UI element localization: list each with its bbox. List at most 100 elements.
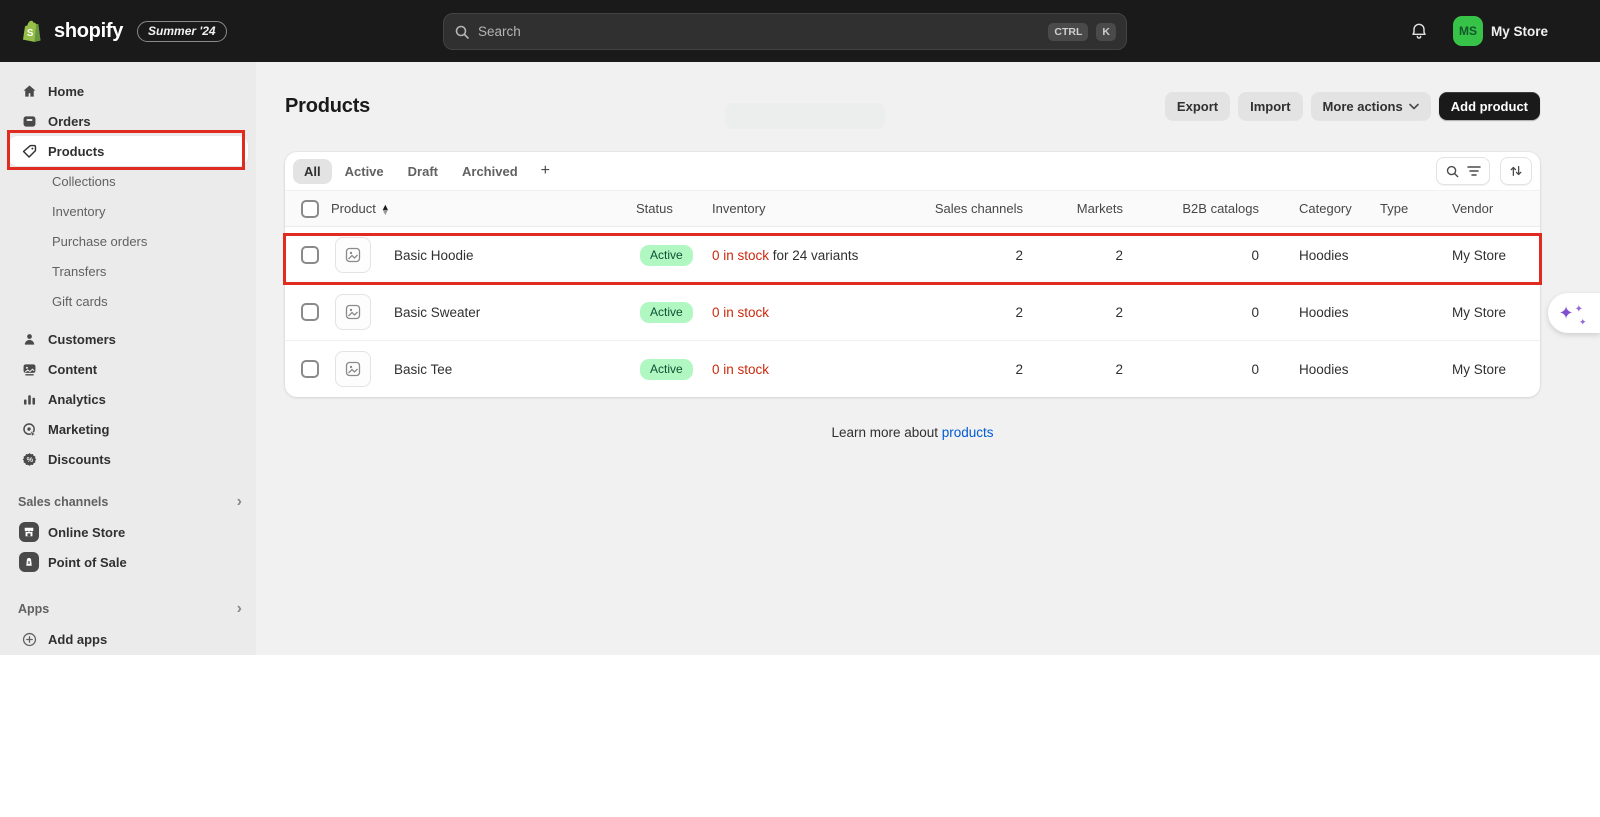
sidebar-item-collections[interactable]: Collections bbox=[8, 166, 248, 196]
vendor-value: My Store bbox=[1445, 283, 1540, 341]
tab-all[interactable]: All bbox=[293, 158, 332, 184]
table-row[interactable]: Basic Sweater Active 0 in stock 2 2 0 Ho… bbox=[285, 283, 1540, 341]
learn-more: Learn more about products bbox=[285, 425, 1540, 440]
search-input[interactable]: Search CTRL K bbox=[443, 13, 1127, 50]
sidebar-item-discounts[interactable]: % Discounts bbox=[8, 444, 248, 474]
kbd-k: K bbox=[1096, 22, 1116, 41]
column-b2b-catalogs: B2B catalogs bbox=[1125, 190, 1261, 227]
section-label: Sales channels bbox=[18, 495, 109, 509]
svg-text:S: S bbox=[27, 28, 34, 39]
products-card: All Active Draft Archived + Product ▲ ▼ … bbox=[285, 152, 1540, 397]
sidebar-item-home[interactable]: Home bbox=[8, 76, 248, 106]
markets-count: 2 bbox=[1115, 361, 1123, 377]
sidebar-item-transfers[interactable]: Transfers bbox=[8, 256, 248, 286]
sort-indicator-icon: ▲ ▼ bbox=[380, 201, 390, 217]
topbar-right: MS My Store bbox=[1403, 0, 1548, 62]
sidebar-item-point-of-sale[interactable]: s Point of Sale bbox=[8, 547, 248, 577]
circle-plus-icon bbox=[20, 630, 38, 648]
row-checkbox[interactable] bbox=[301, 360, 319, 378]
sidebar-item-products[interactable]: Products bbox=[8, 136, 248, 166]
product-name[interactable]: Basic Sweater bbox=[394, 305, 480, 320]
sidebar-item-inventory[interactable]: Inventory bbox=[8, 196, 248, 226]
type-value bbox=[1375, 226, 1445, 284]
sidebar-item-label: Customers bbox=[48, 331, 116, 347]
table-row[interactable]: Basic Tee Active 0 in stock 2 2 0 Hoodie… bbox=[285, 341, 1540, 398]
sidebar-item-label: Add apps bbox=[48, 631, 108, 647]
sidebar-item-analytics[interactable]: Analytics bbox=[8, 384, 248, 414]
sidebar-item-gift-cards[interactable]: Gift cards bbox=[8, 286, 248, 316]
vendor-value: My Store bbox=[1452, 361, 1507, 377]
b2b-count: 0 bbox=[1125, 226, 1261, 284]
sidebar-item-marketing[interactable]: Marketing bbox=[8, 414, 248, 444]
row-checkbox[interactable] bbox=[301, 303, 319, 321]
export-button[interactable]: Export bbox=[1164, 92, 1231, 120]
sidebar-item-label: Point of Sale bbox=[48, 554, 127, 570]
page-header: Products Export Import More actions Add … bbox=[285, 90, 1540, 122]
orders-icon bbox=[20, 112, 38, 130]
column-status: Status bbox=[636, 190, 712, 227]
tab-archived[interactable]: Archived bbox=[451, 159, 529, 184]
add-product-button[interactable]: Add product bbox=[1438, 92, 1540, 120]
import-button[interactable]: Import bbox=[1238, 92, 1303, 120]
add-view-button[interactable]: + bbox=[531, 160, 560, 182]
product-name[interactable]: Basic Tee bbox=[394, 362, 452, 377]
sidebar-item-label: Analytics bbox=[48, 391, 106, 407]
topbar: S shopify Summer '24 Search CTRL K MS My… bbox=[0, 0, 1600, 62]
more-actions-button[interactable]: More actions bbox=[1310, 92, 1431, 120]
stock-value: 0 in stock bbox=[712, 247, 770, 263]
tab-active[interactable]: Active bbox=[334, 159, 395, 184]
sidekick-button[interactable]: ✦✦✦ bbox=[1548, 293, 1600, 333]
store-menu-button[interactable]: MS My Store bbox=[1452, 16, 1548, 46]
status-badge: Active bbox=[640, 358, 693, 380]
products-link[interactable]: products bbox=[942, 425, 994, 440]
product-name[interactable]: Basic Hoodie bbox=[394, 248, 474, 263]
status-badge: Active bbox=[640, 301, 693, 323]
sort-button[interactable] bbox=[1500, 157, 1532, 185]
search-icon bbox=[1446, 165, 1459, 177]
status-badge: Active bbox=[640, 244, 693, 266]
select-all-checkbox[interactable] bbox=[301, 199, 319, 218]
table-row[interactable]: Basic Hoodie Active 0 in stock for 24 va… bbox=[285, 226, 1540, 284]
brand-name: shopify bbox=[54, 19, 124, 42]
kbd-ctrl: CTRL bbox=[1048, 22, 1089, 41]
category-value: Hoodies bbox=[1261, 283, 1375, 341]
sidebar-item-label: Products bbox=[48, 143, 105, 159]
sales-channels-header[interactable]: Sales channels › bbox=[8, 487, 248, 517]
column-type: Type bbox=[1375, 190, 1445, 227]
apps-header[interactable]: Apps › bbox=[8, 594, 248, 624]
sidebar-item-add-apps[interactable]: Add apps bbox=[8, 624, 248, 654]
search-and-filter-button[interactable] bbox=[1436, 157, 1490, 185]
sidebar: Home Orders Products Collections Invento… bbox=[0, 62, 256, 655]
chevron-right-icon: › bbox=[236, 493, 242, 510]
svg-text:%: % bbox=[26, 455, 33, 464]
category-value: Hoodies bbox=[1261, 226, 1375, 284]
notifications-button[interactable] bbox=[1403, 15, 1435, 47]
sidebar-item-purchase-orders[interactable]: Purchase orders bbox=[8, 226, 248, 256]
chevron-right-icon: › bbox=[236, 600, 242, 617]
category-value: Hoodies bbox=[1299, 361, 1349, 377]
filter-icon bbox=[1467, 166, 1481, 176]
product-thumbnail bbox=[335, 351, 371, 387]
main-content: Products Export Import More actions Add … bbox=[256, 62, 1600, 655]
analytics-icon bbox=[20, 390, 38, 408]
column-vendor: Vendor bbox=[1445, 190, 1540, 227]
markets-count: 2 bbox=[1025, 283, 1125, 341]
sidebar-item-customers[interactable]: Customers bbox=[8, 324, 248, 354]
column-product[interactable]: Product ▲ ▼ bbox=[331, 190, 636, 227]
type-value bbox=[1375, 283, 1445, 341]
sidebar-item-online-store[interactable]: Online Store bbox=[8, 517, 248, 547]
product-thumbnail bbox=[335, 237, 371, 273]
column-markets: Markets bbox=[1025, 190, 1125, 227]
sidebar-item-orders[interactable]: Orders bbox=[8, 106, 248, 136]
ghost-toast bbox=[725, 103, 885, 129]
tab-draft[interactable]: Draft bbox=[397, 159, 449, 184]
column-category: Category bbox=[1261, 190, 1375, 227]
sidebar-item-label: Content bbox=[48, 361, 98, 377]
store-name: My Store bbox=[1490, 23, 1548, 39]
sales-channels-count: 2 bbox=[1015, 361, 1023, 377]
sidebar-item-label: Transfers bbox=[52, 263, 107, 279]
stock-value: 0 in stock bbox=[712, 361, 770, 377]
row-checkbox[interactable] bbox=[301, 246, 319, 264]
sort-arrows-icon bbox=[1510, 165, 1522, 177]
sidebar-item-content[interactable]: Content bbox=[8, 354, 248, 384]
